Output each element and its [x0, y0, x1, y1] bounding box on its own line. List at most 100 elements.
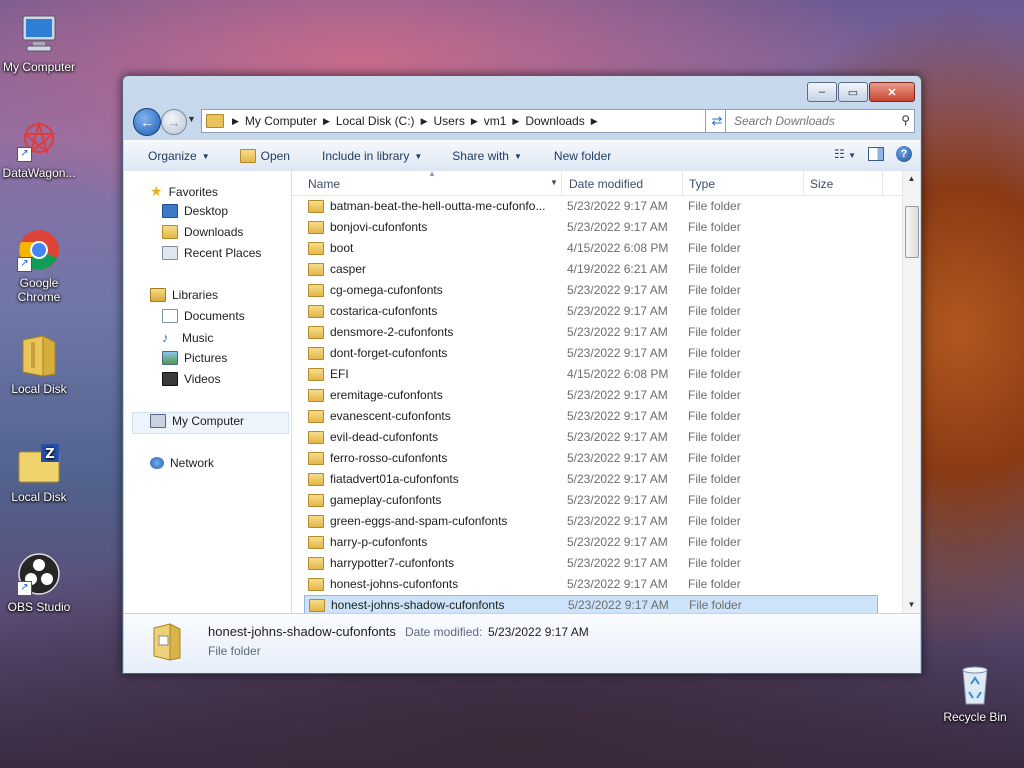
- search-input[interactable]: [732, 113, 896, 129]
- chevron-down-icon: ▼: [201, 151, 210, 161]
- file-list[interactable]: ▲ Name ▼ Date modified Type Size batman-…: [292, 169, 920, 615]
- new-folder-button[interactable]: New folder: [532, 149, 621, 163]
- vertical-scrollbar[interactable]: ▲ ▼: [902, 171, 920, 613]
- file-row[interactable]: gameplay-cufonfonts 5/23/2022 9:17 AM File…: [304, 490, 878, 510]
- nav-recent-places[interactable]: Recent Places: [162, 246, 261, 260]
- column-divider[interactable]: [682, 171, 683, 195]
- maximize-button[interactable]: ▭: [838, 82, 868, 102]
- column-name[interactable]: Name: [308, 177, 340, 191]
- search-icon[interactable]: ⚲: [901, 113, 910, 127]
- scrollbar-thumb[interactable]: [905, 206, 919, 258]
- file-date: 5/23/2022 9:17 AM: [567, 535, 668, 549]
- file-row[interactable]: evil-dead-cufonfonts 5/23/2022 9:17 AM Fil…: [304, 427, 878, 447]
- desktop-icon-local-disk-2[interactable]: Z Local Disk: [0, 442, 78, 504]
- navigation-pane[interactable]: ★ Favorites Desktop Downloads Recent Pla…: [124, 171, 292, 613]
- file-row[interactable]: harry-p-cufonfonts 5/23/2022 9:17 AM File …: [304, 532, 878, 552]
- nav-videos[interactable]: Videos: [162, 372, 220, 386]
- file-row[interactable]: densmore-2-cufonfonts 5/23/2022 9:17 AM Fi…: [304, 322, 878, 342]
- nav-network[interactable]: Network: [150, 456, 214, 470]
- breadcrumb-downloads[interactable]: Downloads: [525, 114, 584, 128]
- explorer-window[interactable]: ‒ ▭ ✕ ← → ▼ ▶ My Computer ▶ Local Disk (…: [122, 75, 922, 674]
- breadcrumb-separator-icon[interactable]: ▶: [591, 116, 598, 127]
- breadcrumb-vm1[interactable]: vm1: [484, 114, 507, 128]
- desktop-icon-chrome[interactable]: ↗ Google Chrome: [0, 228, 78, 304]
- chevron-down-icon[interactable]: ▼: [550, 178, 558, 187]
- scroll-up-icon[interactable]: ▲: [903, 171, 920, 187]
- nav-music[interactable]: ♪ Music: [162, 330, 213, 345]
- change-view-button[interactable]: ☷ ▼: [834, 147, 856, 161]
- folder-icon: [308, 535, 324, 549]
- command-bar: Organize ▼ Open Include in library ▼ Sha…: [124, 140, 920, 172]
- share-with-button[interactable]: Share with ▼: [432, 149, 532, 163]
- file-row[interactable]: green-eggs-and-spam-cufonfonts 5/23/2022 …: [304, 511, 878, 531]
- open-button[interactable]: Open: [220, 149, 300, 163]
- nav-pictures[interactable]: Pictures: [162, 351, 227, 365]
- column-divider[interactable]: [803, 171, 804, 195]
- file-row[interactable]: fiatadvert01a-cufonfonts 5/23/2022 9:17 A…: [304, 469, 878, 489]
- recent-pages-dropdown[interactable]: ▼: [187, 114, 196, 124]
- file-row[interactable]: honest-johns-shadow-cufonfonts 5/23/2022 …: [304, 595, 878, 615]
- nav-libraries[interactable]: Libraries: [150, 288, 218, 302]
- nav-music-label: Music: [182, 330, 214, 345]
- file-row[interactable]: evanescent-cufonfonts 5/23/2022 9:17 AM Fi…: [304, 406, 878, 426]
- file-date: 5/23/2022 9:17 AM: [567, 325, 668, 339]
- file-row[interactable]: eremitage-cufonfonts 5/23/2022 9:17 AM Fil…: [304, 385, 878, 405]
- breadcrumb-separator-icon[interactable]: ▶: [512, 116, 519, 127]
- file-row[interactable]: cg-omega-cufonfonts 5/23/2022 9:17 AM File…: [304, 280, 878, 300]
- back-button[interactable]: ←: [133, 108, 161, 136]
- breadcrumb-users[interactable]: Users: [433, 114, 464, 128]
- desktop-icon-my-computer[interactable]: My Computer: [0, 12, 78, 74]
- file-name: batman-beat-the-hell-outta-me-cufonfo...: [330, 199, 546, 213]
- scroll-down-icon[interactable]: ▼: [903, 597, 920, 613]
- breadcrumb-separator-icon[interactable]: ▶: [471, 116, 478, 127]
- include-in-library-button[interactable]: Include in library ▼: [300, 149, 432, 163]
- address-bar[interactable]: ▶ My Computer ▶ Local Disk (C:) ▶ Users …: [201, 109, 717, 133]
- desktop-icon-local-disk-1[interactable]: Local Disk: [0, 334, 78, 396]
- desktop-icon-obs[interactable]: ↗ OBS Studio: [0, 552, 78, 614]
- breadcrumb-separator-icon[interactable]: ▶: [232, 116, 239, 127]
- breadcrumb-separator-icon[interactable]: ▶: [421, 116, 428, 127]
- breadcrumb-separator-icon[interactable]: ▶: [323, 116, 330, 127]
- preview-pane-icon[interactable]: [868, 147, 884, 161]
- file-name: bonjovi-cufonfonts: [330, 220, 428, 234]
- nav-documents[interactable]: Documents: [162, 309, 245, 323]
- breadcrumb-local-disk[interactable]: Local Disk (C:): [336, 114, 415, 128]
- file-row[interactable]: ferro-rosso-cufonfonts 5/23/2022 9:17 AM F…: [304, 448, 878, 468]
- file-type: File folder: [688, 325, 741, 339]
- search-box[interactable]: ⚲: [725, 109, 915, 133]
- svg-text:Z: Z: [45, 447, 54, 462]
- file-row[interactable]: costarica-cufonfonts 5/23/2022 9:17 AM Fil…: [304, 301, 878, 321]
- column-divider[interactable]: [882, 171, 883, 195]
- nav-favorites[interactable]: ★ Favorites: [150, 183, 218, 200]
- desktop-icon-label: Local Disk: [11, 490, 67, 504]
- organize-button[interactable]: Organize ▼: [124, 149, 220, 163]
- help-icon[interactable]: ?: [896, 146, 912, 162]
- nav-desktop[interactable]: Desktop: [162, 204, 228, 218]
- breadcrumb-my-computer[interactable]: My Computer: [245, 114, 317, 128]
- file-row[interactable]: honest-johns-cufonfonts 5/23/2022 9:17 AM…: [304, 574, 878, 594]
- column-type[interactable]: Type: [689, 177, 715, 191]
- desktop-icon-recycle-bin[interactable]: Recycle Bin: [936, 662, 1014, 724]
- share-with-label: Share with: [452, 149, 509, 163]
- column-date-modified[interactable]: Date modified: [569, 177, 643, 191]
- file-row[interactable]: dont-forget-cufonfonts 5/23/2022 9:17 AM F…: [304, 343, 878, 363]
- nav-downloads[interactable]: Downloads: [162, 225, 243, 239]
- file-row[interactable]: casper 4/19/2022 6:21 AM File folder: [304, 259, 878, 279]
- column-size[interactable]: Size: [810, 177, 833, 191]
- file-row[interactable]: batman-beat-the-hell-outta-me-cufonfo...…: [304, 196, 878, 216]
- column-divider[interactable]: [561, 171, 562, 195]
- minimize-button[interactable]: ‒: [807, 82, 837, 102]
- file-name: cg-omega-cufonfonts: [330, 283, 443, 297]
- file-name: gameplay-cufonfonts: [330, 493, 442, 507]
- desktop-icon-datawagon[interactable]: ↗ DataWagon...: [0, 118, 78, 180]
- file-row[interactable]: harrypotter7-cufonfonts 5/23/2022 9:17 AM…: [304, 553, 878, 573]
- file-date: 4/19/2022 6:21 AM: [567, 262, 668, 276]
- nav-downloads-label: Downloads: [184, 225, 244, 239]
- nav-my-computer[interactable]: My Computer: [150, 414, 244, 428]
- file-row[interactable]: EFI 4/15/2022 6:08 PM File folder: [304, 364, 878, 384]
- close-button[interactable]: ✕: [869, 82, 915, 102]
- sort-ascending-icon: ▲: [428, 169, 436, 178]
- file-row[interactable]: boot 4/15/2022 6:08 PM File folder: [304, 238, 878, 258]
- forward-button[interactable]: →: [161, 109, 187, 135]
- file-row[interactable]: bonjovi-cufonfonts 5/23/2022 9:17 AM File …: [304, 217, 878, 237]
